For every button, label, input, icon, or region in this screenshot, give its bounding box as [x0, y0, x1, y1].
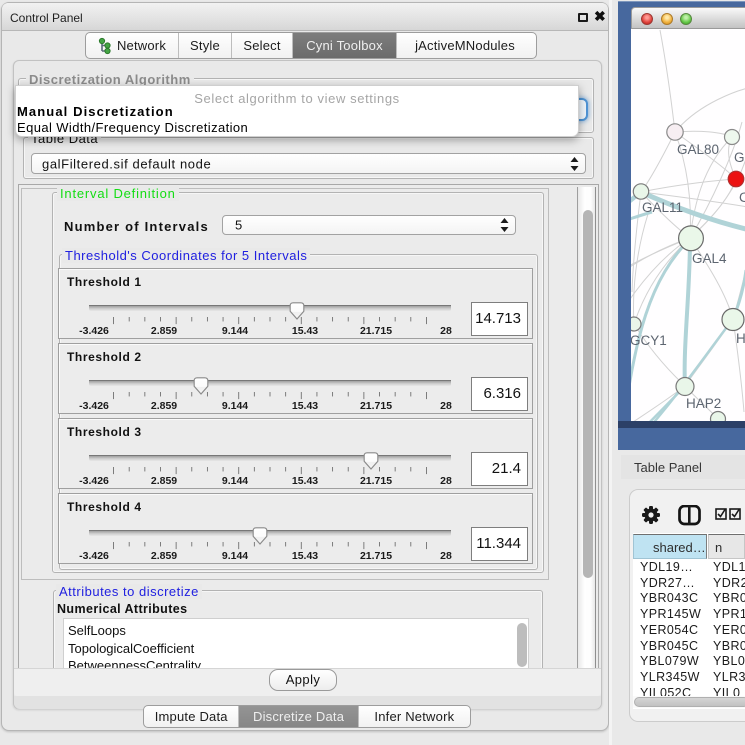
svg-text:GAL4: GAL4 [692, 251, 727, 266]
svg-text:H: H [736, 331, 745, 346]
svg-text:GAL80: GAL80 [677, 142, 719, 157]
svg-text:G: G [734, 150, 745, 165]
svg-text:GAL11: GAL11 [642, 200, 683, 215]
svg-text:C: C [739, 190, 745, 205]
svg-text:HAP2: HAP2 [686, 396, 721, 411]
svg-text:GCY1: GCY1 [631, 333, 667, 348]
